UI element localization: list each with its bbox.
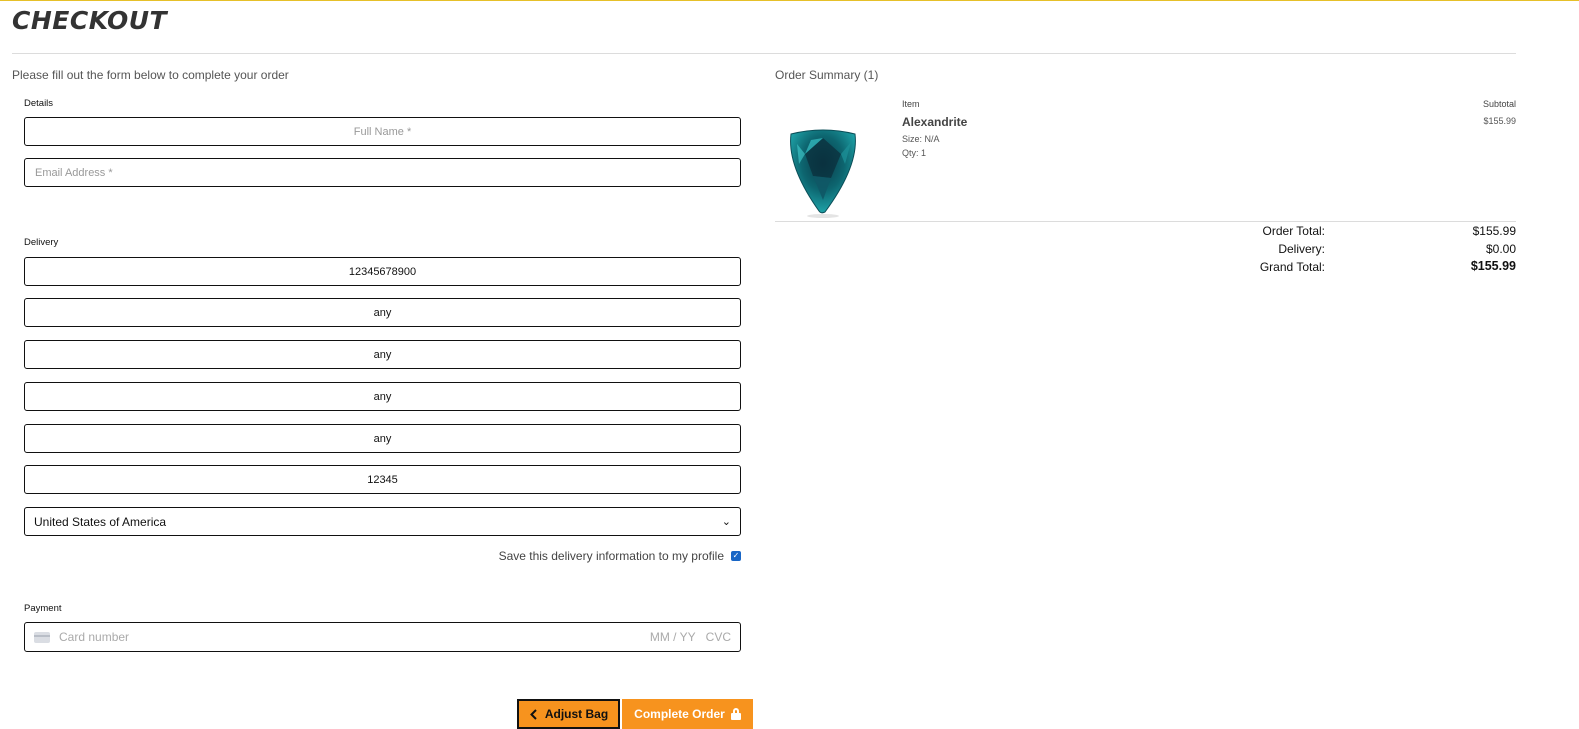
save-info-label: Save this delivery information to my pro… (498, 549, 724, 563)
product-subtotal: $155.99 (1483, 116, 1516, 126)
adjust-bag-button[interactable]: Adjust Bag (517, 699, 620, 729)
phone-field[interactable] (24, 257, 741, 286)
country-selected-value: United States of America (34, 514, 167, 529)
grand-total-value: $155.99 (1470, 259, 1516, 273)
save-info-checkbox[interactable]: ✓ (731, 551, 741, 561)
details-label: Details (24, 98, 54, 109)
order-summary-title: Order Summary (1) (775, 68, 879, 82)
chevron-down-icon: ⌄ (721, 516, 731, 528)
street-address-1-field[interactable] (24, 298, 741, 327)
column-header-subtotal: Subtotal (1482, 99, 1516, 109)
form-intro: Please fill out the form below to comple… (12, 68, 289, 82)
town-field[interactable] (24, 382, 741, 411)
postcode-field[interactable] (24, 465, 741, 494)
column-header-item: Item (902, 99, 920, 109)
full-name-field[interactable] (24, 117, 741, 146)
delivery-cost-value: $0.00 (1485, 242, 1516, 256)
county-field[interactable] (24, 424, 741, 453)
card-expiry-placeholder: MM / YY (649, 630, 696, 644)
card-cvc-placeholder: CVC (705, 630, 731, 644)
product-image (790, 129, 856, 218)
order-total-value: $155.99 (1472, 224, 1516, 238)
credit-card-icon (34, 631, 50, 643)
save-info-row: Save this delivery information to my pro… (24, 549, 741, 563)
top-accent-rule (0, 0, 1579, 1)
grand-total-label: Grand Total: (1259, 260, 1325, 274)
product-qty: Qty: 1 (902, 148, 927, 158)
product-name: Alexandrite (902, 115, 968, 129)
summary-divider (775, 221, 1516, 222)
street-address-2-field[interactable] (24, 340, 741, 369)
chevron-left-icon (529, 708, 537, 720)
title-divider (12, 53, 1516, 54)
order-total-label: Order Total: (1262, 224, 1325, 238)
country-select[interactable]: United States of America ⌄ (24, 507, 741, 536)
email-field[interactable] (24, 158, 741, 187)
complete-order-label: Complete Order (634, 707, 725, 721)
card-input[interactable]: Card number MM / YY CVC (24, 622, 741, 652)
product-size: Size: N/A (902, 134, 940, 144)
lock-icon (730, 708, 741, 720)
card-number-placeholder: Card number (59, 630, 130, 644)
delivery-label: Delivery (24, 237, 59, 248)
delivery-cost-label: Delivery: (1278, 242, 1325, 256)
page-title: CHECKOUT (12, 6, 168, 35)
complete-order-button[interactable]: Complete Order (622, 699, 753, 729)
adjust-bag-label: Adjust Bag (544, 707, 609, 721)
payment-label: Payment (24, 603, 62, 614)
